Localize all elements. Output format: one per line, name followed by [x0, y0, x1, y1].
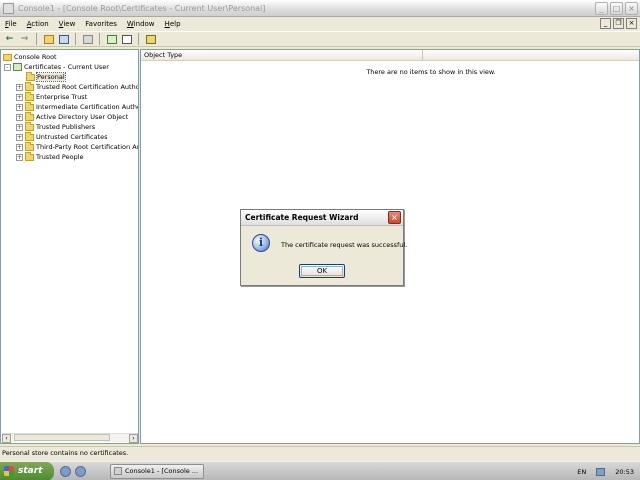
delete-button[interactable] — [81, 33, 94, 46]
collapse-toggle[interactable]: - — [4, 63, 11, 71]
taskbar: start Console1 - [Console ... EN 20:53 — [0, 461, 640, 480]
refresh-icon — [106, 34, 117, 44]
tree-item-certificates[interactable]: - Certificates - Current User — [4, 62, 109, 72]
menu-window[interactable]: Window — [122, 20, 160, 28]
dialog-message: The certificate request was successful. — [281, 241, 408, 249]
toolbar-separator — [99, 33, 100, 45]
expand-toggle[interactable]: + — [16, 133, 23, 141]
dialog-close-button[interactable]: × — [388, 211, 401, 224]
expand-toggle[interactable]: + — [16, 83, 23, 91]
folder-icon — [25, 121, 34, 131]
help-button[interactable] — [144, 33, 157, 46]
tree-item-untrusted[interactable]: + Untrusted Certificates — [16, 131, 108, 142]
minimize-button[interactable]: _ — [595, 1, 608, 15]
folder-icon — [26, 71, 35, 81]
tree-item-trusted-people[interactable]: + Trusted People — [16, 151, 84, 162]
expand-toggle[interactable]: + — [16, 123, 23, 131]
up-one-level-button[interactable] — [42, 33, 55, 46]
menu-action[interactable]: Action — [22, 20, 54, 28]
list-header: Object Type — [141, 50, 639, 61]
status-bar: Personal store contains no certificates. — [0, 446, 640, 459]
toolbar: ← → — [0, 31, 640, 47]
network-icon[interactable] — [596, 467, 606, 476]
folder-icon — [25, 101, 34, 111]
delete-icon — [82, 34, 93, 44]
mdi-close-button[interactable]: × — [626, 18, 637, 29]
expand-toggle[interactable]: + — [16, 143, 23, 151]
windows-logo-icon — [4, 466, 14, 476]
tree-item-intermediate[interactable]: + Intermediate Certification Author — [16, 101, 138, 112]
back-arrow-icon: ← — [5, 34, 14, 44]
console-app-icon — [114, 467, 122, 475]
console-tree-icon — [58, 34, 69, 44]
scroll-thumb[interactable] — [14, 434, 110, 441]
export-list-button[interactable] — [120, 33, 133, 46]
empty-list-message: There are no items to show in this view. — [366, 68, 496, 76]
menu-file[interactable]: File — [0, 20, 22, 28]
expand-toggle[interactable]: + — [16, 103, 23, 111]
toolbar-separator — [36, 33, 37, 45]
toolbar-separator — [138, 33, 139, 45]
console-app-icon — [3, 2, 14, 14]
dialog-body: i The certificate request was successful… — [241, 226, 407, 286]
tree-item-console-root[interactable]: Console Root — [3, 52, 57, 62]
folder-up-icon — [43, 34, 54, 44]
tree-item-enterprise-trust[interactable]: + Enterprise Trust — [16, 91, 87, 102]
window-titlebar[interactable]: Console1 - [Console Root\Certificates - … — [0, 0, 640, 17]
tree-item-personal[interactable]: Personal — [26, 71, 66, 82]
forward-button[interactable]: → — [18, 33, 31, 46]
folder-icon — [25, 111, 34, 121]
menu-bar: File Action View Favorites Window Help _… — [0, 17, 640, 31]
console-tree-pane[interactable]: Console Root - Certificates - Current Us… — [0, 49, 139, 444]
folder-icon — [25, 91, 34, 101]
folder-icon — [25, 81, 34, 91]
expand-toggle[interactable]: + — [16, 153, 23, 161]
dialog-titlebar[interactable]: Certificate Request Wizard × — [241, 210, 403, 226]
column-header-object-type[interactable]: Object Type — [141, 50, 423, 60]
close-button[interactable]: × — [625, 1, 638, 15]
tree-item-active-directory[interactable]: + Active Directory User Object — [16, 111, 128, 122]
window-controls: _ □ × — [595, 1, 638, 15]
tree-item-third-party-root[interactable]: + Third-Party Root Certification Au — [16, 141, 138, 152]
tree-item-trusted-publishers[interactable]: + Trusted Publishers — [16, 121, 95, 132]
language-indicator[interactable]: EN — [577, 468, 586, 476]
export-list-icon — [121, 34, 132, 44]
menu-help[interactable]: Help — [160, 20, 186, 28]
mdi-restore-button[interactable]: ❐ — [613, 18, 624, 29]
help-icon — [145, 34, 156, 44]
certificates-snapin-icon — [13, 63, 22, 71]
folder-icon — [25, 141, 34, 151]
tree-item-trusted-root[interactable]: + Trusted Root Certification Author — [16, 81, 138, 92]
window-title: Console1 - [Console Root\Certificates - … — [18, 3, 266, 13]
system-tray: EN 20:53 — [540, 462, 640, 480]
refresh-button[interactable] — [105, 33, 118, 46]
maximize-button[interactable]: □ — [610, 1, 623, 15]
scroll-right-arrow-icon[interactable]: › — [129, 433, 138, 443]
start-button[interactable]: start — [0, 461, 54, 480]
taskbar-item-console[interactable]: Console1 - [Console ... — [110, 463, 204, 479]
folder-icon — [3, 53, 12, 61]
menu-view[interactable]: View — [54, 20, 81, 28]
folder-icon — [25, 131, 34, 141]
show-hide-tree-button[interactable] — [57, 33, 70, 46]
back-button[interactable]: ← — [3, 33, 16, 46]
ok-button[interactable]: OK — [299, 264, 345, 278]
quicklaunch-ie-icon[interactable] — [60, 465, 71, 477]
information-icon: i — [252, 234, 270, 252]
forward-arrow-icon: → — [20, 34, 29, 44]
folder-icon — [25, 151, 34, 161]
tree-horizontal-scrollbar[interactable]: ‹ › — [2, 433, 138, 443]
certificate-request-dialog[interactable]: Certificate Request Wizard × i The certi… — [240, 209, 407, 286]
mdi-controls: _ ❐ × — [600, 18, 637, 29]
clock[interactable]: 20:53 — [615, 468, 634, 476]
mdi-minimize-button[interactable]: _ — [600, 18, 611, 29]
quicklaunch-browser-icon[interactable] — [75, 465, 86, 477]
scroll-left-arrow-icon[interactable]: ‹ — [2, 433, 11, 443]
menu-favorites[interactable]: Favorites — [80, 20, 122, 28]
dialog-title: Certificate Request Wizard — [245, 213, 359, 222]
toolbar-separator — [75, 33, 76, 45]
expand-toggle[interactable]: + — [16, 93, 23, 101]
expand-toggle[interactable]: + — [16, 113, 23, 121]
